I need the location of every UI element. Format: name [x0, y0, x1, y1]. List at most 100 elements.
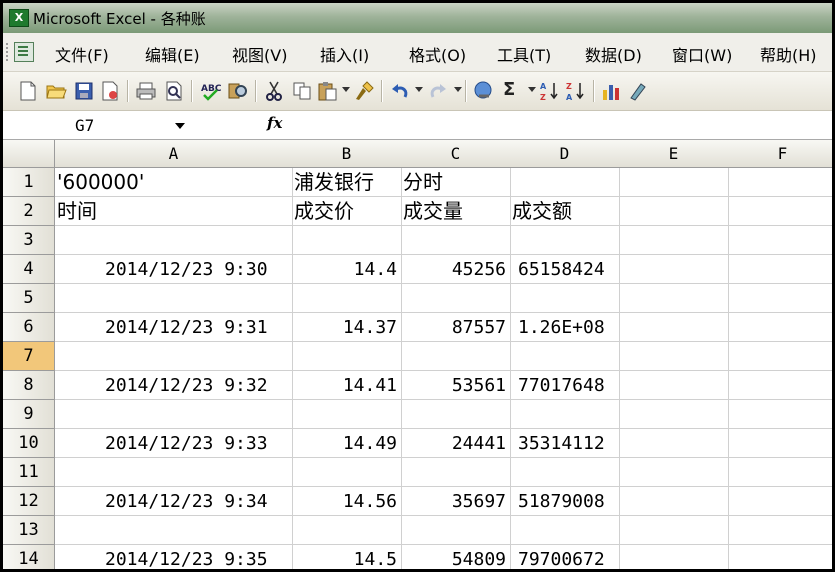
cell-b4[interactable]: 14.4	[292, 255, 402, 284]
row-header[interactable]: 9	[3, 400, 55, 429]
cell-c13[interactable]	[401, 516, 511, 545]
cell-d13[interactable]	[510, 516, 620, 545]
row-header[interactable]: 7	[3, 342, 55, 371]
cell-a8[interactable]: 2014/12/23 9:32	[55, 371, 293, 400]
cell-f9[interactable]	[728, 400, 832, 429]
cell-f2[interactable]	[728, 197, 832, 226]
cell-f7[interactable]	[728, 342, 832, 371]
column-header-e[interactable]: E	[619, 140, 729, 168]
row-header[interactable]: 1	[3, 168, 55, 197]
cell-c4[interactable]: 45256	[401, 255, 511, 284]
select-all-corner[interactable]	[3, 140, 55, 168]
cell-c11[interactable]	[401, 458, 511, 487]
cell-f13[interactable]	[728, 516, 832, 545]
cell-a4[interactable]: 2014/12/23 9:30	[55, 255, 293, 284]
cell-f11[interactable]	[728, 458, 832, 487]
undo-icon[interactable]	[389, 80, 411, 102]
cell-d1[interactable]	[510, 168, 620, 197]
cell-a11[interactable]	[55, 458, 293, 487]
cell-c5[interactable]	[401, 284, 511, 313]
cell-b11[interactable]	[292, 458, 402, 487]
cell-b2[interactable]: 成交价	[292, 197, 402, 226]
autosum-icon[interactable]: Σ	[503, 79, 515, 100]
cell-d6[interactable]: 1.26E+08	[510, 313, 620, 342]
cell-b8[interactable]: 14.41	[292, 371, 402, 400]
workbook-icon[interactable]	[14, 42, 34, 62]
cell-c14[interactable]: 54809	[401, 545, 511, 569]
cell-b9[interactable]	[292, 400, 402, 429]
cell-e1[interactable]	[619, 168, 729, 197]
cell-c1[interactable]: 分时	[401, 168, 511, 197]
cell-f1[interactable]	[728, 168, 832, 197]
cell-c2[interactable]: 成交量	[401, 197, 511, 226]
menu-item[interactable]: 格式(O)	[409, 42, 466, 66]
drawing-icon[interactable]	[627, 80, 649, 102]
cell-f6[interactable]	[728, 313, 832, 342]
cell-f8[interactable]	[728, 371, 832, 400]
cell-f14[interactable]	[728, 545, 832, 569]
cell-b3[interactable]	[292, 226, 402, 255]
hyperlink-icon[interactable]	[473, 80, 495, 102]
cell-a2[interactable]: 时间	[55, 197, 293, 226]
column-header-a[interactable]: A	[55, 140, 293, 168]
cell-c8[interactable]: 53561	[401, 371, 511, 400]
row-header[interactable]: 3	[3, 226, 55, 255]
cell-e3[interactable]	[619, 226, 729, 255]
cell-e7[interactable]	[619, 342, 729, 371]
menu-item[interactable]: 窗口(W)	[672, 42, 732, 66]
menu-item[interactable]: 工具(T)	[497, 42, 551, 66]
print-icon[interactable]	[135, 80, 157, 102]
row-header[interactable]: 5	[3, 284, 55, 313]
undo-dropdown-icon[interactable]	[415, 87, 423, 92]
row-header[interactable]: 12	[3, 487, 55, 516]
row-header[interactable]: 2	[3, 197, 55, 226]
menu-item[interactable]: 数据(D)	[585, 42, 642, 66]
row-header[interactable]: 8	[3, 371, 55, 400]
cell-a9[interactable]	[55, 400, 293, 429]
row-header[interactable]: 10	[3, 429, 55, 458]
row-header[interactable]: 13	[3, 516, 55, 545]
cell-d12[interactable]: 51879008	[510, 487, 620, 516]
open-icon[interactable]	[45, 80, 67, 102]
chart-wizard-icon[interactable]	[601, 80, 623, 102]
cell-b14[interactable]: 14.5	[292, 545, 402, 569]
research-icon[interactable]	[227, 80, 249, 102]
cell-a1[interactable]: '600000'	[55, 168, 293, 197]
column-header-c[interactable]: C	[401, 140, 511, 168]
cell-e13[interactable]	[619, 516, 729, 545]
cell-c9[interactable]	[401, 400, 511, 429]
cell-e11[interactable]	[619, 458, 729, 487]
cell-d14[interactable]: 79700672	[510, 545, 620, 569]
cell-a6[interactable]: 2014/12/23 9:31	[55, 313, 293, 342]
cell-d5[interactable]	[510, 284, 620, 313]
cell-f4[interactable]	[728, 255, 832, 284]
row-header[interactable]: 11	[3, 458, 55, 487]
cell-e5[interactable]	[619, 284, 729, 313]
cell-c3[interactable]	[401, 226, 511, 255]
menu-item[interactable]: 编辑(E)	[145, 42, 200, 66]
column-header-b[interactable]: B	[292, 140, 402, 168]
print-preview-icon[interactable]	[163, 80, 185, 102]
cell-a10[interactable]: 2014/12/23 9:33	[55, 429, 293, 458]
redo-icon[interactable]	[427, 80, 449, 102]
sort-descending-icon[interactable]: ZA	[565, 80, 587, 102]
menu-item[interactable]: 帮助(H)	[760, 42, 817, 66]
cell-f10[interactable]	[728, 429, 832, 458]
save-icon[interactable]	[73, 80, 95, 102]
cell-e4[interactable]	[619, 255, 729, 284]
cell-a14[interactable]: 2014/12/23 9:35	[55, 545, 293, 569]
row-header[interactable]: 6	[3, 313, 55, 342]
cell-e8[interactable]	[619, 371, 729, 400]
copy-icon[interactable]	[291, 80, 313, 102]
cell-d11[interactable]	[510, 458, 620, 487]
insert-function-icon[interactable]: fx	[267, 114, 282, 132]
cell-d9[interactable]	[510, 400, 620, 429]
cell-a5[interactable]	[55, 284, 293, 313]
new-icon[interactable]	[17, 80, 39, 102]
cell-e2[interactable]	[619, 197, 729, 226]
cell-e12[interactable]	[619, 487, 729, 516]
cell-b5[interactable]	[292, 284, 402, 313]
cell-e9[interactable]	[619, 400, 729, 429]
cell-d2[interactable]: 成交额	[510, 197, 620, 226]
cell-a3[interactable]	[55, 226, 293, 255]
